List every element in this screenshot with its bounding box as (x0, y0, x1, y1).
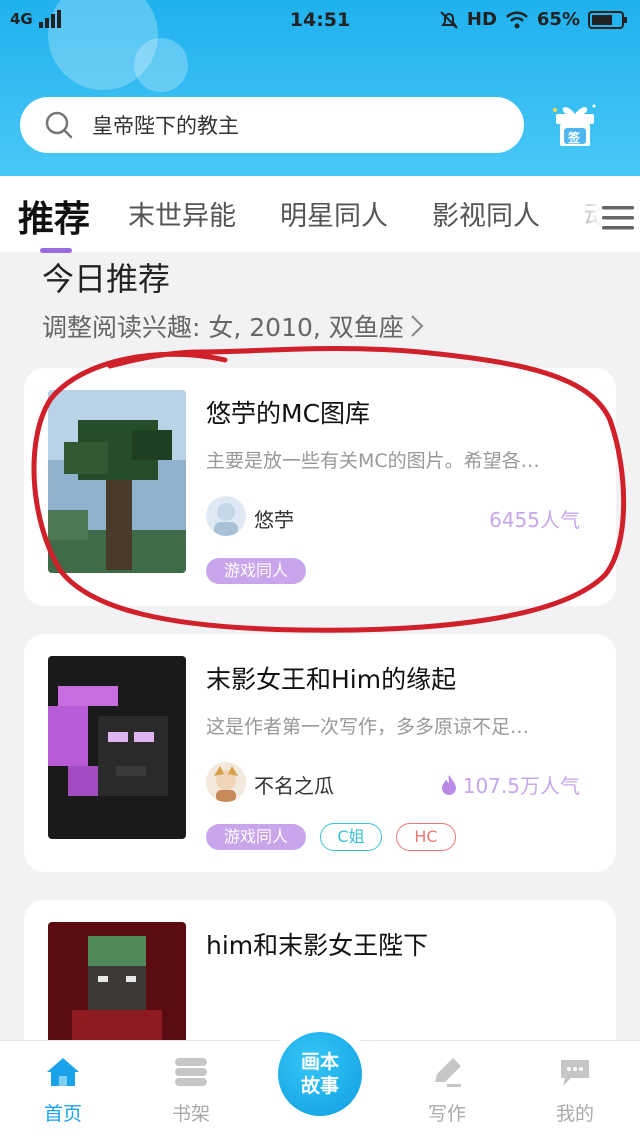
search-placeholder: 皇帝陛下的教主 (92, 114, 239, 138)
story-description: 这是作者第一次写作，多多原谅不足… (206, 716, 530, 738)
reading-interest-link[interactable]: 调整阅读兴趣: 女, 2010, 双鱼座 (42, 308, 424, 344)
author-avatar[interactable] (206, 496, 246, 536)
story-card[interactable]: 悠苧的MC图库 主要是放一些有关MC的图片。希望各… 悠苧 6455人气 游戏同… (24, 368, 616, 606)
chevron-right-icon (411, 315, 424, 337)
reading-interest-text: 调整阅读兴趣: 女, 2010, 双鱼座 (42, 313, 404, 342)
tab-apocalypse-powers[interactable]: 末世异能 (128, 194, 236, 233)
battery-icon (588, 10, 627, 29)
popularity-count: 107.5万人气 (441, 770, 580, 799)
picture-story-button[interactable]: 画本 故事 (278, 1032, 362, 1116)
picture-story-line1: 画本 (300, 1051, 339, 1073)
nav-bookshelf[interactable]: 书架 (146, 1056, 236, 1126)
picture-story-line2: 故事 (300, 1075, 339, 1097)
search-bar[interactable]: 皇帝陛下的教主 (20, 97, 524, 153)
search-icon (45, 111, 73, 139)
tag-game-fanfic[interactable]: 游戏同人 (206, 558, 306, 584)
nav-profile-label: 我的 (555, 1103, 594, 1125)
nav-bookshelf-label: 书架 (171, 1103, 210, 1125)
story-title: him和末影女王陛下 (206, 931, 429, 960)
pencil-icon (435, 1058, 461, 1087)
story-description: 主要是放一些有关MC的图片。希望各… (206, 450, 540, 472)
author-avatar[interactable] (206, 762, 246, 802)
flame-icon (441, 774, 456, 795)
status-bar: 4G 14:51 HD 65% (0, 0, 640, 44)
sign-in-gift-button[interactable]: 签 (552, 100, 598, 148)
story-title: 悠苧的MC图库 (206, 399, 371, 428)
mute-bell-icon (440, 10, 458, 29)
gift-label: 签 (568, 131, 581, 145)
popularity-text: 6455人气 (489, 508, 580, 532)
tab-celebrity-fanfic[interactable]: 明星同人 (280, 194, 388, 233)
nav-write[interactable]: 写作 (402, 1056, 492, 1126)
tag-game-fanfic[interactable]: 游戏同人 (206, 824, 306, 850)
section-title: 今日推荐 (42, 260, 171, 298)
author-name[interactable]: 不名之瓜 (254, 770, 334, 799)
wifi-icon (506, 11, 528, 28)
story-card[interactable]: 末影女王和Him的缘起 这是作者第一次写作，多多原谅不足… 不名之瓜 107.5… (24, 634, 616, 872)
nav-home[interactable]: 首页 (18, 1056, 108, 1126)
home-icon (47, 1058, 79, 1086)
battery-percent: 65% (536, 9, 580, 30)
bookshelf-icon (175, 1058, 207, 1086)
popularity-count: 6455人气 (489, 504, 580, 533)
nav-profile[interactable]: 我的 (530, 1056, 620, 1126)
story-title: 末影女王和Him的缘起 (206, 665, 457, 694)
author-name[interactable]: 悠苧 (254, 504, 294, 533)
tag-hc[interactable]: HC (396, 823, 456, 851)
tab-active-indicator (40, 248, 72, 253)
story-cover-image (48, 390, 186, 573)
nav-home-label: 首页 (43, 1103, 82, 1125)
tag-c-jie[interactable]: C姐 (320, 823, 382, 851)
story-cover-image (48, 656, 186, 839)
nav-write-label: 写作 (427, 1103, 466, 1125)
chat-bubble-icon (561, 1060, 589, 1086)
hd-indicator: HD (466, 9, 497, 30)
tab-recommend[interactable]: 推荐 (18, 190, 90, 242)
tab-film-tv-fanfic[interactable]: 影视同人 (432, 194, 540, 233)
popularity-text: 107.5万人气 (462, 774, 580, 798)
category-menu-icon[interactable] (602, 204, 634, 232)
